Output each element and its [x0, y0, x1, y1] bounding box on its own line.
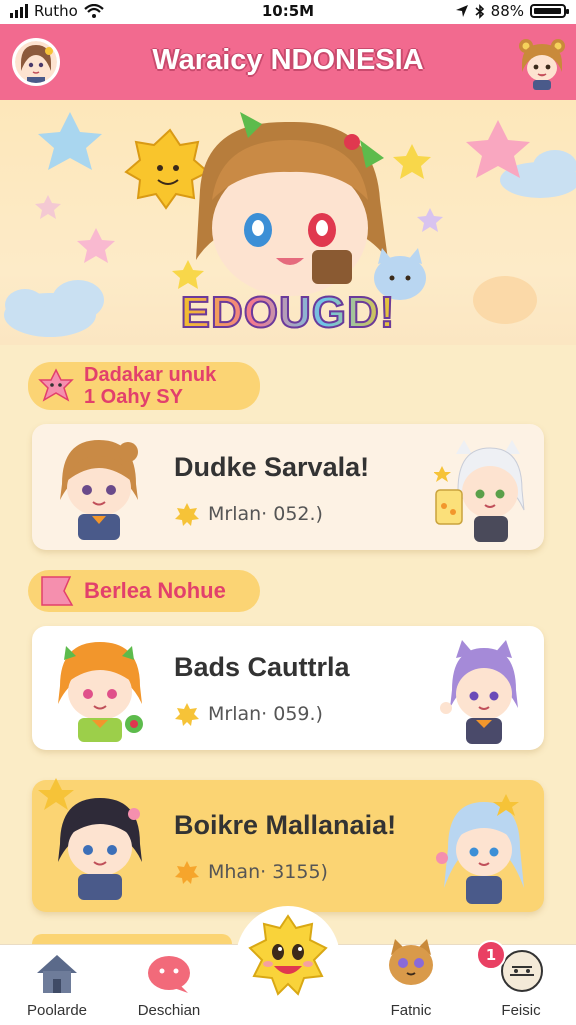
orange-hair-girl-icon: [58, 642, 143, 742]
card-title: Dudke Sarvala!: [174, 452, 370, 482]
nav-home[interactable]: Poolarde: [2, 945, 112, 1025]
location-icon: [455, 5, 468, 17]
pink-star-icon: [41, 576, 74, 606]
card-meta: Mhan· 3155): [174, 860, 328, 884]
event-card[interactable]: Dudke Sarvala! Mrlan· 052.): [32, 424, 544, 550]
event-card[interactable]: Bads Cauttrla Mrlan· 059.): [32, 626, 544, 750]
section-label-daily[interactable]: Dadakar unuk 1 Oahy SY: [28, 362, 260, 410]
mascot-avatar[interactable]: [516, 36, 565, 90]
girl-character-illustration: [196, 112, 388, 296]
notification-badge: 1: [476, 940, 506, 970]
lightblue-hair-girl-icon: [436, 794, 524, 904]
black-hair-girl-icon: [38, 778, 142, 900]
sun-mascot-icon: [124, 128, 210, 210]
app-header: Waraicy NDONESIA: [0, 24, 576, 100]
status-right: 88%: [455, 2, 569, 20]
pink-pig-icon: [38, 368, 74, 402]
battery-percent: 88%: [490, 2, 524, 20]
card-meta: Mrlan· 052.): [174, 502, 323, 526]
nav-fatnic[interactable]: Fatnic: [356, 939, 466, 1025]
purple-hair-catgirl-icon: [440, 640, 518, 744]
white-hair-girl-icon: [434, 440, 525, 542]
bluetooth-icon: [475, 3, 484, 19]
home-icon: [37, 955, 77, 993]
card-meta: Mrlan· 059.): [174, 702, 323, 726]
hero-banner[interactable]: EDOUGD!: [0, 100, 576, 345]
sun-icon: [175, 703, 199, 726]
status-bar: Rutho 10:5M 88%: [0, 0, 576, 24]
cat-face-icon: [389, 939, 433, 985]
card-title: Bads Cauttrla: [174, 652, 350, 682]
nav-description[interactable]: Deschian: [114, 945, 224, 1025]
yellow-mascot-icon: [248, 914, 328, 996]
avatar-bear-girl-icon: [519, 39, 565, 90]
hero-logo-text: EDOUGD!: [180, 287, 396, 338]
sun-icon: [175, 503, 199, 526]
sun-icon: [175, 861, 199, 884]
battery-icon: [530, 4, 569, 18]
brown-hair-girl-icon: [60, 440, 138, 540]
page-title: Waraicy NDONESIA: [152, 44, 424, 76]
event-card-highlighted[interactable]: Boikre Mallanaia! Mhan· 3155): [32, 778, 544, 912]
section-label-text: Dadakar unuk 1 Oahy SY: [84, 364, 217, 408]
nav-center-mascot-button[interactable]: [236, 906, 340, 1010]
pink-chat-icon: [148, 956, 190, 993]
card-title: Boikre Mallanaia!: [174, 810, 397, 840]
section-label-new[interactable]: Berlea Nohue: [28, 570, 260, 612]
